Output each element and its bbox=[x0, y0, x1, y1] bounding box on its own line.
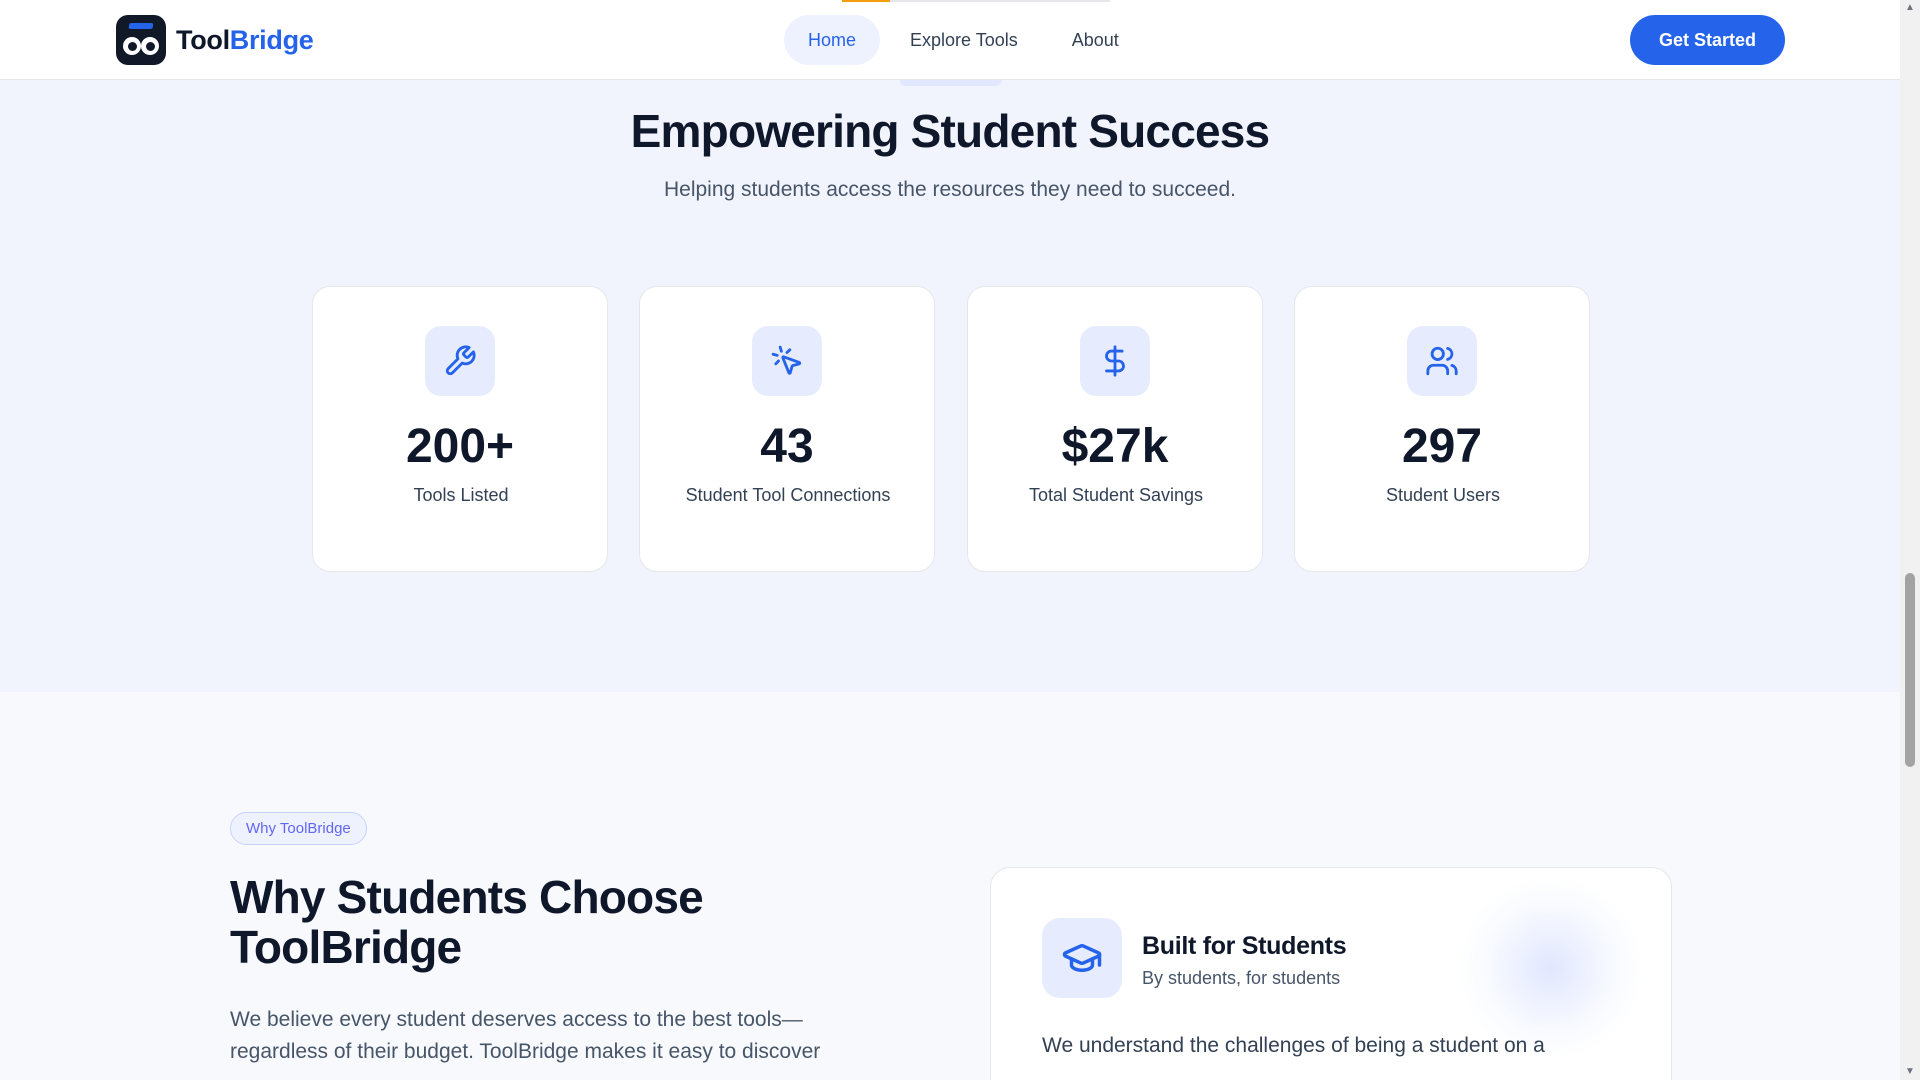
stat-label: Tools Listed bbox=[413, 485, 509, 505]
stat-value: 297 bbox=[1401, 420, 1483, 473]
stat-label: Student Users bbox=[1385, 485, 1501, 505]
get-started-button[interactable]: Get Started bbox=[1630, 15, 1785, 65]
logo-text-accent: Bridge bbox=[229, 24, 314, 55]
dollar-icon bbox=[1080, 326, 1150, 396]
nav-home[interactable]: Home bbox=[784, 15, 881, 65]
logo[interactable]: ToolBridge bbox=[116, 15, 314, 65]
why-badge: Why ToolBridge bbox=[230, 812, 367, 845]
feature-body: We understand the challenges of being a … bbox=[1042, 1034, 1545, 1057]
stat-value: 43 bbox=[760, 420, 814, 473]
nav-about[interactable]: About bbox=[1048, 15, 1143, 65]
stats-subtitle: Helping students access the resources th… bbox=[663, 178, 1236, 201]
stats-section: Empowering Student Success Helping stude… bbox=[0, 80, 1900, 692]
scroll-up-arrow-icon[interactable]: ▲ bbox=[1904, 2, 1916, 14]
stat-card-connections: 43 Student Tool Connections bbox=[639, 286, 935, 572]
graduation-cap-icon bbox=[1042, 918, 1122, 998]
stat-card-savings: $27k Total Student Savings bbox=[967, 286, 1263, 572]
scrollbar-thumb[interactable] bbox=[1905, 573, 1915, 767]
page-scrollbar[interactable]: ▲ ▼ bbox=[1900, 0, 1920, 1080]
stat-card-tools: 200+ Tools Listed bbox=[312, 286, 608, 572]
section-badge-peek bbox=[900, 80, 1002, 86]
feature-title: Built for Students bbox=[1142, 932, 1347, 960]
stat-card-users: 297 Student Users bbox=[1294, 286, 1590, 572]
stat-value: 200+ bbox=[405, 420, 515, 473]
stat-value: $27k bbox=[1061, 420, 1169, 473]
logo-text-primary: Tool bbox=[176, 24, 230, 55]
scroll-progress-track bbox=[842, 0, 1110, 2]
owl-logo-icon bbox=[116, 15, 166, 65]
why-body: We believe every student deserves access… bbox=[230, 1008, 821, 1063]
scroll-down-arrow-icon[interactable]: ▼ bbox=[1904, 1066, 1916, 1078]
pointer-click-icon bbox=[752, 326, 822, 396]
stats-title: Empowering Student Success bbox=[630, 105, 1270, 157]
stat-label: Student Tool Connections bbox=[685, 485, 891, 505]
scroll-progress-fill bbox=[842, 0, 891, 2]
logo-text: ToolBridge bbox=[176, 25, 314, 56]
users-icon bbox=[1407, 326, 1477, 396]
nav-explore-tools[interactable]: Explore Tools bbox=[886, 15, 1042, 65]
why-section: Why ToolBridge Why Students Choose ToolB… bbox=[0, 692, 1900, 1080]
stat-label: Total Student Savings bbox=[1028, 485, 1204, 505]
main-nav: Home Explore Tools About bbox=[784, 15, 1143, 65]
feature-subtitle: By students, for students bbox=[1142, 968, 1341, 988]
feature-card-built-for-students: Built for Students By students, for stud… bbox=[990, 867, 1672, 1080]
why-title: Why Students Choose ToolBridge bbox=[230, 871, 704, 973]
site-header: ToolBridge Home Explore Tools About Get … bbox=[0, 0, 1900, 80]
wrench-icon bbox=[425, 326, 495, 396]
